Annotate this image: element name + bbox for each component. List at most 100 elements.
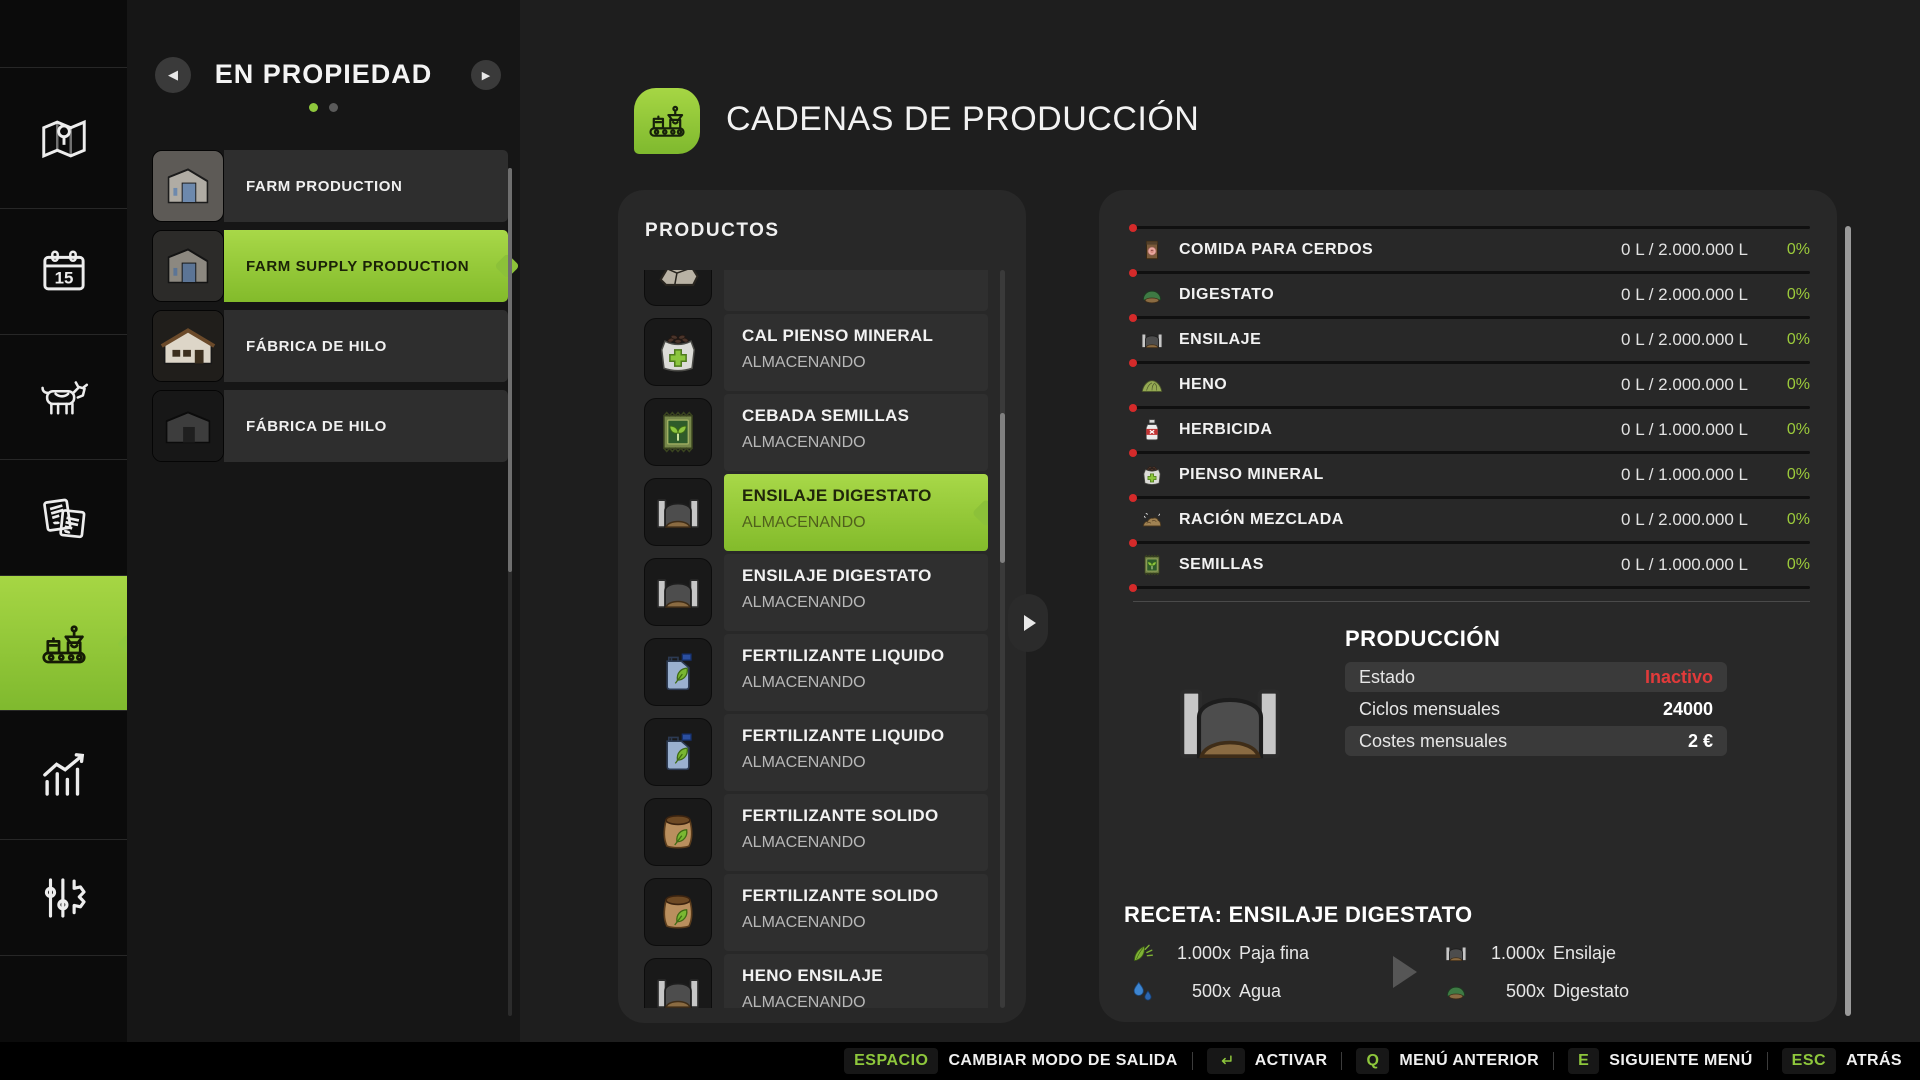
production-chain-icon [645,99,689,143]
q-key[interactable]: Q [1356,1048,1389,1074]
silage-bunker-icon [1139,327,1165,353]
storage-row[interactable]: PIENSO MINERAL 0 L / 1.000.000 L 0% [1133,454,1810,496]
row-divider [1133,451,1810,454]
settings-icon [37,871,91,925]
sidebar-item-production[interactable] [0,575,127,711]
storage-row[interactable]: HENO 0 L / 2.000.000 L 0% [1133,364,1810,406]
herbicide-bottle-icon [1139,417,1165,443]
storage-row[interactable]: COMIDA PARA CERDOS 0 L / 2.000.000 L 0% [1133,229,1810,271]
status-badge: Inactivo [1645,667,1713,688]
sidebar-item-map[interactable] [0,67,127,209]
storage-row[interactable]: HERBICIDA 0 L / 1.000.000 L 0% [1133,409,1810,451]
section-divider [1133,601,1810,602]
building-name: FÁBRICA DE HILO [224,390,508,462]
silage-bunker-icon [1443,940,1469,966]
enter-icon [1217,1052,1235,1070]
sidebar-item-statistics[interactable] [0,710,127,840]
row-divider [1133,316,1810,319]
product-row[interactable]: ENSILAJE DIGESTATOALMACENANDO [644,554,988,631]
space-key[interactable]: ESPACIO [844,1048,938,1074]
product-row[interactable]: CEBADA SEMILLASALMACENANDO [644,394,988,471]
pig-food-bag-icon [1139,237,1165,263]
recipe-title: RECETA: ENSILAJE DIGESTATO [1124,902,1472,928]
product-row[interactable]: FERTILIZANTE SOLIDOALMACENANDO [644,794,988,871]
divider [1553,1052,1554,1070]
main-sidebar [0,0,127,1080]
product-row[interactable]: CAL PIENSO MINERALALMACENANDO [644,314,988,391]
production-chains-badge [634,88,700,154]
building-list-scrollbar-thumb[interactable] [508,168,512,572]
straw-icon [1129,940,1155,966]
sidebar-divider [0,955,127,956]
keybinding-label: CAMBIAR MODO DE SALIDA [948,1052,1177,1070]
keybinding-label: ACTIVAR [1255,1052,1328,1070]
storage-row[interactable]: SEMILLAS 0 L / 1.000.000 L 0% [1133,544,1810,586]
storage-row[interactable]: ENSILAJE 0 L / 2.000.000 L 0% [1133,319,1810,361]
product-row[interactable]: ALMACENANDO [644,270,988,311]
storage-row[interactable]: DIGESTATO 0 L / 2.000.000 L 0% [1133,274,1810,316]
row-divider [1133,496,1810,499]
seed-packet-icon [1139,552,1165,578]
product-row[interactable]: FERTILIZANTE SOLIDOALMACENANDO [644,874,988,951]
sidebar-item-calendar[interactable] [0,208,127,335]
liquid-fertilizer-icon [644,638,712,706]
row-divider [1133,271,1810,274]
products-scrollbar-track[interactable] [1000,270,1005,1008]
mineral-feed-sack-icon [1139,462,1165,488]
product-row[interactable]: HENO ENSILAJEALMACENANDO [644,954,988,1008]
digestate-heap-icon [1139,282,1165,308]
product-row[interactable]: FERTILIZANTE LIQUIDOALMACENANDO [644,714,988,791]
building-thumbnail [152,310,224,382]
cycles-row: Ciclos mensuales 24000 [1345,694,1727,724]
page-dot[interactable] [329,103,338,112]
esc-key[interactable]: ESC [1782,1048,1836,1074]
e-key[interactable]: E [1568,1048,1599,1074]
silage-bunker-icon [644,478,712,546]
sidebar-item-settings[interactable] [0,839,127,956]
statistics-icon [37,749,91,803]
right-arrow-icon [1024,615,1036,631]
building-row-selected[interactable]: FARM SUPPLY PRODUCTION [152,230,508,302]
building-name: FARM SUPPLY PRODUCTION [224,230,508,302]
sidebar-item-contracts[interactable] [0,459,127,576]
products-scrollbar-thumb[interactable] [1000,413,1005,563]
production-building-image [1145,658,1315,782]
cow-icon [37,371,91,425]
recipe-inputs: 1.000x Paja fina 500x Agua [1129,938,1309,1014]
next-page-button[interactable]: ▶ [471,60,501,90]
seed-packet-icon [644,398,712,466]
storage-row[interactable]: RACIÓN MEZCLADA 0 L / 2.000.000 L 0% [1133,499,1810,541]
mixed-ration-heap-icon [1139,507,1165,533]
liquid-fertilizer-icon [644,718,712,786]
building-thumbnail [152,230,224,302]
sidebar-item-animals[interactable] [0,334,127,460]
production-info-rows: Estado Inactivo Ciclos mensuales 24000 C… [1345,662,1727,758]
enter-key[interactable] [1207,1048,1245,1074]
building-thumbnail [152,390,224,462]
production-detail-panel: COMIDA PARA CERDOS 0 L / 2.000.000 L 0% … [1099,190,1837,1022]
page-dot-active[interactable] [309,103,318,112]
product-row-selected[interactable]: ENSILAJE DIGESTATOALMACENANDO [644,474,988,551]
building-row[interactable]: FÁBRICA DE HILO [152,310,508,382]
divider [1341,1052,1342,1070]
solid-fertilizer-icon [644,878,712,946]
recipe-input-row: 500x Agua [1129,976,1309,1006]
building-row[interactable]: FÁBRICA DE HILO [152,390,508,462]
building-name: FARM PRODUCTION [224,150,508,222]
product-row[interactable]: FERTILIZANTE LIQUIDOALMACENANDO [644,634,988,711]
map-icon [37,112,91,166]
panel-expand-tab[interactable] [1008,594,1048,652]
costs-row: Costes mensuales 2 € [1345,726,1727,756]
ownership-title: EN PROPIEDAD [127,59,520,90]
building-thumbnail [152,150,224,222]
products-panel: PRODUCTOS ALMACENANDO CAL PIENSO MINERAL… [618,190,1026,1023]
keybinding-label: MENÚ ANTERIOR [1399,1052,1539,1070]
building-row[interactable]: FARM PRODUCTION [152,150,508,222]
silage-bunker-icon [644,958,712,1008]
row-divider [1133,226,1810,229]
contracts-icon [37,491,91,545]
divider [1767,1052,1768,1070]
detail-panel-scrollbar[interactable] [1845,226,1851,1016]
products-list: ALMACENANDO CAL PIENSO MINERALALMACENAND… [644,270,988,1008]
silage-bunker-icon [644,558,712,626]
